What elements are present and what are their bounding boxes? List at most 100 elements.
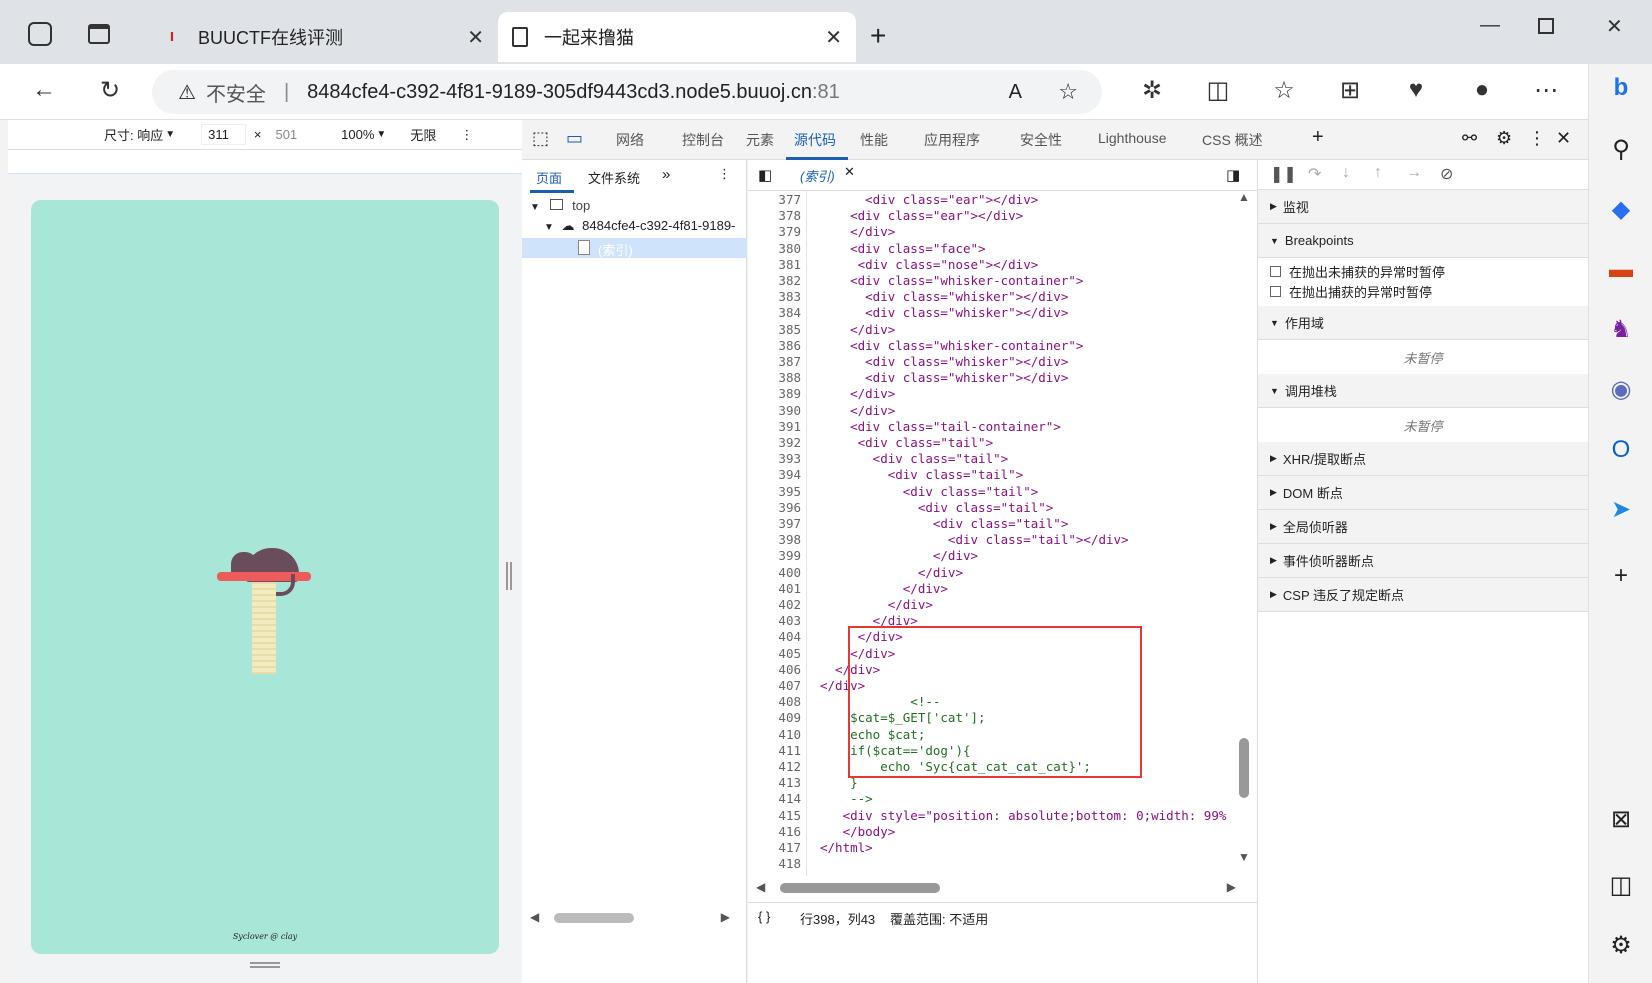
section-dom[interactable]: ▶ DOM 断点 (1258, 476, 1588, 510)
line-number[interactable]: 417 (756, 840, 801, 856)
step-out-icon[interactable]: ↑ (1374, 164, 1382, 182)
inspect-icon[interactable]: ⬚ (532, 128, 549, 149)
checkbox-uncaught[interactable]: 在抛出未捕获的异常时暂停 (1270, 262, 1445, 281)
line-number[interactable]: 408 (756, 694, 801, 710)
line-number[interactable]: 390 (756, 403, 801, 419)
horizontal-scrollbar[interactable]: ◀ ▶ (756, 880, 1236, 896)
tab-sources[interactable]: 源代码 (794, 130, 836, 150)
close-devtools-icon[interactable]: ✕ (1556, 128, 1571, 149)
line-number[interactable]: 407 (756, 678, 801, 694)
line-number[interactable]: 388 (756, 370, 801, 386)
step-icon[interactable]: → (1406, 164, 1422, 182)
section-global-listeners[interactable]: ▶ 全局侦听器 (1258, 510, 1588, 544)
line-number[interactable]: 387 (756, 354, 801, 370)
profile-icon[interactable]: ● (1466, 76, 1498, 104)
more-icon[interactable]: ⋮ (1528, 128, 1546, 149)
line-number[interactable]: 385 (756, 322, 801, 338)
line-number[interactable]: 414 (756, 791, 801, 807)
section-csp[interactable]: ▶ CSP 违反了规定断点 (1258, 578, 1588, 612)
line-number[interactable]: 386 (756, 338, 801, 354)
connections-icon[interactable]: ⚯ (1462, 128, 1477, 149)
vertical-tabs-icon[interactable] (88, 24, 110, 44)
tools-icon[interactable]: ▬ (1605, 254, 1637, 286)
refresh-icon[interactable]: ↻ (94, 76, 126, 105)
line-number[interactable]: 402 (756, 597, 801, 613)
tree-domain[interactable]: ▼ ☁ 8484cfe4-c392-4f81-9189- (544, 218, 744, 234)
line-number[interactable]: 377 (756, 192, 801, 208)
tab-cat[interactable]: 一起来撸猫 ✕ (498, 12, 856, 62)
section-watch[interactable]: ▶ 监视 (1258, 190, 1588, 224)
line-number[interactable]: 389 (756, 386, 801, 402)
workspaces-icon[interactable] (28, 22, 52, 46)
line-number[interactable]: 396 (756, 500, 801, 516)
line-number[interactable]: 409 (756, 710, 801, 726)
more-options-icon[interactable]: ⋮ (718, 166, 731, 182)
line-number[interactable]: 400 (756, 565, 801, 581)
width-input[interactable]: 311 (201, 124, 246, 145)
collections-icon[interactable]: ⊞ (1334, 76, 1366, 105)
resize-handle-right[interactable] (506, 562, 512, 590)
line-number[interactable]: 416 (756, 824, 801, 840)
tab-network[interactable]: 网络 (616, 130, 644, 150)
sidebar-toggle-icon[interactable]: ◫ (1605, 870, 1637, 902)
step-into-icon[interactable]: ↓ (1342, 164, 1350, 182)
bing-icon[interactable]: b (1605, 72, 1637, 104)
close-window-icon[interactable]: ✕ (1606, 14, 1623, 39)
pause-icon[interactable]: ❚❚ (1270, 164, 1297, 184)
step-over-icon[interactable]: ↷ (1308, 164, 1321, 184)
horizontal-scrollbar[interactable]: ◀ ▶ (530, 910, 730, 926)
throttle-select[interactable]: 无限 (410, 125, 440, 144)
add-icon[interactable]: + (1605, 560, 1637, 592)
checkbox-caught[interactable]: 在抛出捕获的异常时暂停 (1270, 282, 1432, 301)
zoom-select[interactable]: 100% (341, 127, 374, 142)
tab-lighthouse[interactable]: Lighthouse (1098, 130, 1167, 146)
section-xhr[interactable]: ▶ XHR/提取断点 (1258, 442, 1588, 476)
tab-elements[interactable]: 元素 (746, 130, 774, 150)
close-icon[interactable]: ✕ (844, 164, 855, 180)
line-number[interactable]: 410 (756, 727, 801, 743)
back-icon[interactable]: ← (28, 76, 60, 104)
add-tab-icon[interactable]: + (1312, 126, 1324, 149)
tab-buuctf[interactable]: Ⅰ BUUCTF在线评测 ✕ (148, 12, 498, 62)
search-icon[interactable]: ⚲ (1605, 134, 1637, 166)
line-number[interactable]: 394 (756, 467, 801, 483)
maximize-icon[interactable] (1538, 18, 1554, 34)
line-number[interactable]: 397 (756, 516, 801, 532)
file-tab[interactable]: (索引) ✕ (786, 160, 866, 190)
new-tab-icon[interactable]: + (870, 20, 886, 52)
vertical-scrollbar[interactable]: ▲ ▼ (1236, 190, 1252, 880)
line-number[interactable]: 391 (756, 419, 801, 435)
line-number[interactable]: 383 (756, 289, 801, 305)
section-call-stack[interactable]: ▼ 调用堆栈 (1258, 374, 1588, 408)
tab-console[interactable]: 控制台 (682, 130, 724, 150)
more-tabs-icon[interactable]: » (662, 166, 670, 183)
tree-top[interactable]: ▼ top (530, 198, 590, 213)
line-number[interactable]: 393 (756, 451, 801, 467)
shopping-icon[interactable]: ◆ (1605, 194, 1637, 226)
line-number[interactable]: 399 (756, 548, 801, 564)
more-options-icon[interactable]: ⋮ (460, 127, 473, 143)
toggle-debugger-icon[interactable]: ◨ (1226, 166, 1240, 184)
section-breakpoints[interactable]: ▼ Breakpoints (1258, 224, 1588, 258)
height-input[interactable]: 501 (269, 125, 313, 144)
line-number[interactable]: 398 (756, 532, 801, 548)
close-icon[interactable]: ✕ (825, 25, 842, 50)
settings-icon[interactable]: ⚙ (1496, 128, 1512, 149)
line-number[interactable]: 404 (756, 629, 801, 645)
line-number[interactable]: 380 (756, 241, 801, 257)
split-screen-icon[interactable]: ◫ (1202, 76, 1234, 105)
performance-icon[interactable]: ♥ (1400, 76, 1432, 104)
line-number[interactable]: 401 (756, 581, 801, 597)
favorite-star-icon[interactable]: ☆ (1058, 79, 1078, 105)
office-icon[interactable]: ◉ (1605, 374, 1637, 406)
read-aloud-icon[interactable]: A (1009, 81, 1022, 104)
settings-icon[interactable]: ⚙ (1605, 930, 1637, 962)
address-bar[interactable]: ⚠ 不安全 | 8484cfe4-c392-4f81-9189-305df944… (152, 70, 1102, 114)
tree-index-file[interactable]: (索引) (522, 238, 747, 258)
games-icon[interactable]: ♞ (1605, 314, 1637, 346)
size-label[interactable]: 尺寸: 响应 (104, 125, 163, 144)
line-number[interactable]: 418 (756, 856, 801, 872)
favorites-icon[interactable]: ☆ (1268, 76, 1300, 105)
line-number[interactable]: 412 (756, 759, 801, 775)
tab-page[interactable]: 页面 (536, 168, 562, 187)
